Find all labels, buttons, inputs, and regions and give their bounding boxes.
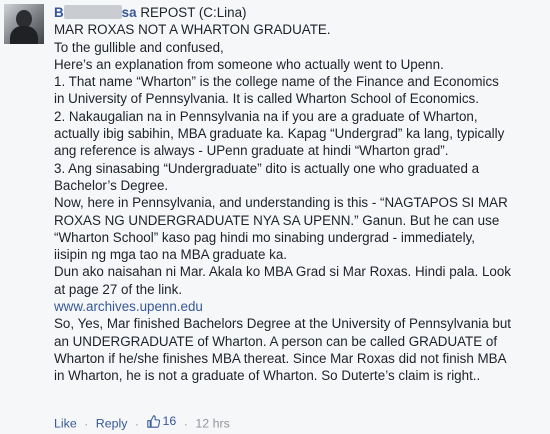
like-count[interactable]: 16 xyxy=(146,414,177,428)
comment-line: Bachelor’s Degree. xyxy=(54,177,169,193)
comment-line: Now, here in Pennsylvania, and understan… xyxy=(54,195,508,211)
comment-line: ROXAS NG UNDERGRADUATE NYA SA UPENN.” Ga… xyxy=(54,212,500,228)
comment-line: “Wharton School” kaso pag hindi mo sinab… xyxy=(54,229,476,245)
comment-line: To the gullible and confused, xyxy=(54,39,224,55)
comment-line: in University of Pennsylvania. It is cal… xyxy=(54,91,479,107)
separator: · xyxy=(84,416,89,431)
separator: · xyxy=(183,416,188,431)
comment-line: 3. Ang sinasabing “Undergraduate” dito i… xyxy=(54,160,480,176)
comment-line: Wharton if he/she finishes MBA thereat. … xyxy=(54,350,507,366)
separator: · xyxy=(134,416,140,431)
repost-note: REPOST (C:Lina) xyxy=(140,5,247,20)
comment-line: at page 27 of the link. xyxy=(54,281,183,297)
comment-line: 1. That name “Wharton” is the college na… xyxy=(54,74,499,90)
comment-body: Bsa REPOST (C:Lina) MAR ROXAS NOT A WHAR… xyxy=(54,4,544,385)
timestamp[interactable]: 12 hrs xyxy=(195,417,229,431)
avatar[interactable] xyxy=(4,4,44,44)
archive-link[interactable]: www.archives.upenn.edu xyxy=(54,299,203,314)
comment-line: an UNDERGRADUATE of Wharton. A person ca… xyxy=(54,333,498,349)
thumbs-up-icon xyxy=(146,414,160,428)
comment-actions: Like · Reply · 16 · 12 hrs xyxy=(54,414,230,431)
comment-line: actually ibig sabihin, MBA graduate ka. … xyxy=(54,126,505,142)
reply-button[interactable]: Reply xyxy=(96,417,128,431)
comment-line: iisipin ng mga tao na MBA graduate ka. xyxy=(54,247,287,263)
redacted-name-block xyxy=(63,5,122,19)
comment-line: MAR ROXAS NOT A WHARTON GRADUATE. xyxy=(54,22,331,38)
comment-line: Dun ako naisahan ni Mar. Akala ko MBA Gr… xyxy=(54,264,511,280)
like-count-value: 16 xyxy=(162,414,177,428)
comment-line: 2. Nakaugalian na in Pennsylvania na if … xyxy=(54,108,478,124)
comment-line: in Wharton, he is not a graduate of Whar… xyxy=(54,368,481,384)
comment-line: Here’s an explanation from someone who a… xyxy=(54,56,444,72)
comment-line: So, Yes, Mar finished Bachelors Degree a… xyxy=(54,316,512,332)
comment-line: ang reference is always - UPenn graduate… xyxy=(54,143,449,159)
like-button[interactable]: Like xyxy=(54,417,77,431)
author-name[interactable]: Bsa xyxy=(54,5,137,20)
comment-header: Bsa REPOST (C:Lina) xyxy=(54,4,544,21)
